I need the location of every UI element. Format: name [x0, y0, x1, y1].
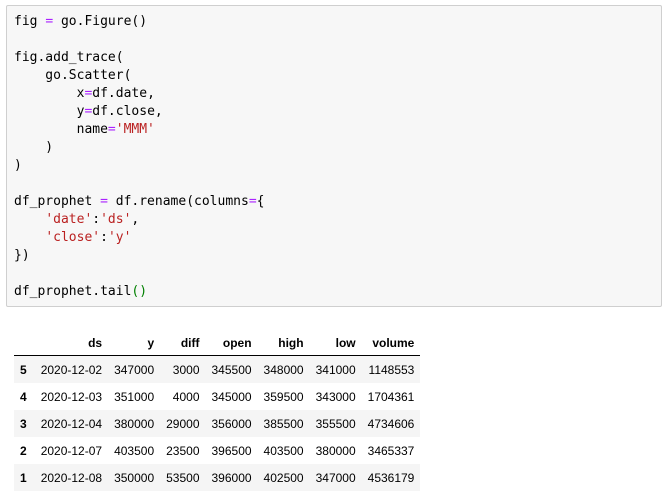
cell-diff: 23500 [166, 443, 200, 458]
cell-volume: 1704361 [367, 389, 415, 404]
cell-volume: 3465337 [367, 443, 415, 458]
code-cell[interactable]: fig = go.Figure() fig.add_trace( go.Scat… [6, 5, 662, 307]
code-line: 'close':'y' [45, 230, 132, 245]
column-header-diff: diff [160, 330, 206, 356]
column-header-volume: volume [361, 330, 421, 356]
cell-diff: 4000 [172, 389, 200, 404]
code-line: 'date':'ds', [45, 212, 140, 227]
cell-open: 345000 [211, 389, 252, 404]
code-line: name='MMM' [14, 122, 155, 137]
column-header-ds: ds [34, 330, 109, 356]
cell-open: 356000 [211, 416, 252, 431]
code-line: ) [14, 140, 54, 155]
cell-y: 351000 [114, 389, 155, 404]
cell-y: 380000 [114, 416, 155, 431]
cell-volume: 1148553 [368, 362, 415, 377]
code-line: go.Scatter( [14, 68, 132, 83]
row-index: 1 [20, 470, 27, 485]
table-row: 4 2020-12-03 351000 4000 345000 359500 3… [14, 383, 421, 410]
code-editor[interactable]: fig = go.Figure() fig.add_trace( go.Scat… [7, 6, 661, 301]
cell-high: 348000 [263, 362, 304, 377]
cell-ds: 2020-12-07 [40, 443, 103, 458]
cell-y: 350000 [114, 470, 155, 485]
cell-open: 345500 [211, 362, 252, 377]
table-row: 1 2020-12-08 350000 53500 396000 402500 … [14, 464, 421, 491]
code-line: x=df.date, [14, 86, 155, 101]
row-index: 3 [20, 416, 27, 431]
cell-high: 402500 [263, 470, 304, 485]
dataframe-output: ds y diff open high low volume 5 2020-12… [14, 330, 421, 491]
cell-volume: 4734606 [367, 416, 415, 431]
code-line: fig = go.Figure() [14, 14, 148, 29]
cell-y: 347000 [114, 362, 155, 377]
code-line: df_prophet.tail() [14, 284, 148, 299]
code-line: fig.add_trace( [14, 50, 124, 65]
column-header-open: open [205, 330, 258, 356]
cell-ds: 2020-12-04 [40, 416, 103, 431]
cell-ds: 2020-12-08 [40, 470, 103, 485]
cell-low: 380000 [315, 443, 356, 458]
row-index: 2 [20, 443, 27, 458]
cell-high: 403500 [263, 443, 304, 458]
cell-high: 385500 [263, 416, 304, 431]
cell-ds: 2020-12-03 [40, 389, 103, 404]
column-header-y: y [108, 330, 161, 356]
cell-open: 396000 [211, 470, 252, 485]
dataframe-table: ds y diff open high low volume 5 2020-12… [14, 330, 421, 491]
cell-volume: 4536179 [367, 470, 415, 485]
code-line: y=df.close, [14, 104, 163, 119]
table-header-row: ds y diff open high low volume [14, 330, 421, 356]
code-line: ) [14, 158, 22, 173]
cell-y: 403500 [114, 443, 155, 458]
cell-low: 347000 [315, 470, 356, 485]
row-index: 4 [20, 389, 27, 404]
cell-low: 343000 [315, 389, 356, 404]
table-row: 5 2020-12-02 347000 3000 345500 348000 3… [14, 355, 421, 383]
index-header [14, 330, 35, 356]
cell-diff: 3000 [172, 362, 200, 377]
cell-diff: 53500 [166, 470, 200, 485]
cell-low: 355500 [315, 416, 356, 431]
row-index: 5 [20, 362, 27, 377]
cell-ds: 2020-12-02 [40, 362, 103, 377]
table-row: 2 2020-12-07 403500 23500 396500 403500 … [14, 437, 421, 464]
cell-high: 359500 [263, 389, 304, 404]
code-line: df_prophet = df.rename(columns={ [14, 194, 265, 209]
cell-open: 396500 [211, 443, 252, 458]
cell-low: 341000 [315, 362, 356, 377]
column-header-high: high [257, 330, 310, 356]
column-header-low: low [309, 330, 362, 356]
cell-diff: 29000 [166, 416, 200, 431]
code-line: }) [14, 248, 30, 263]
table-row: 3 2020-12-04 380000 29000 356000 385500 … [14, 410, 421, 437]
